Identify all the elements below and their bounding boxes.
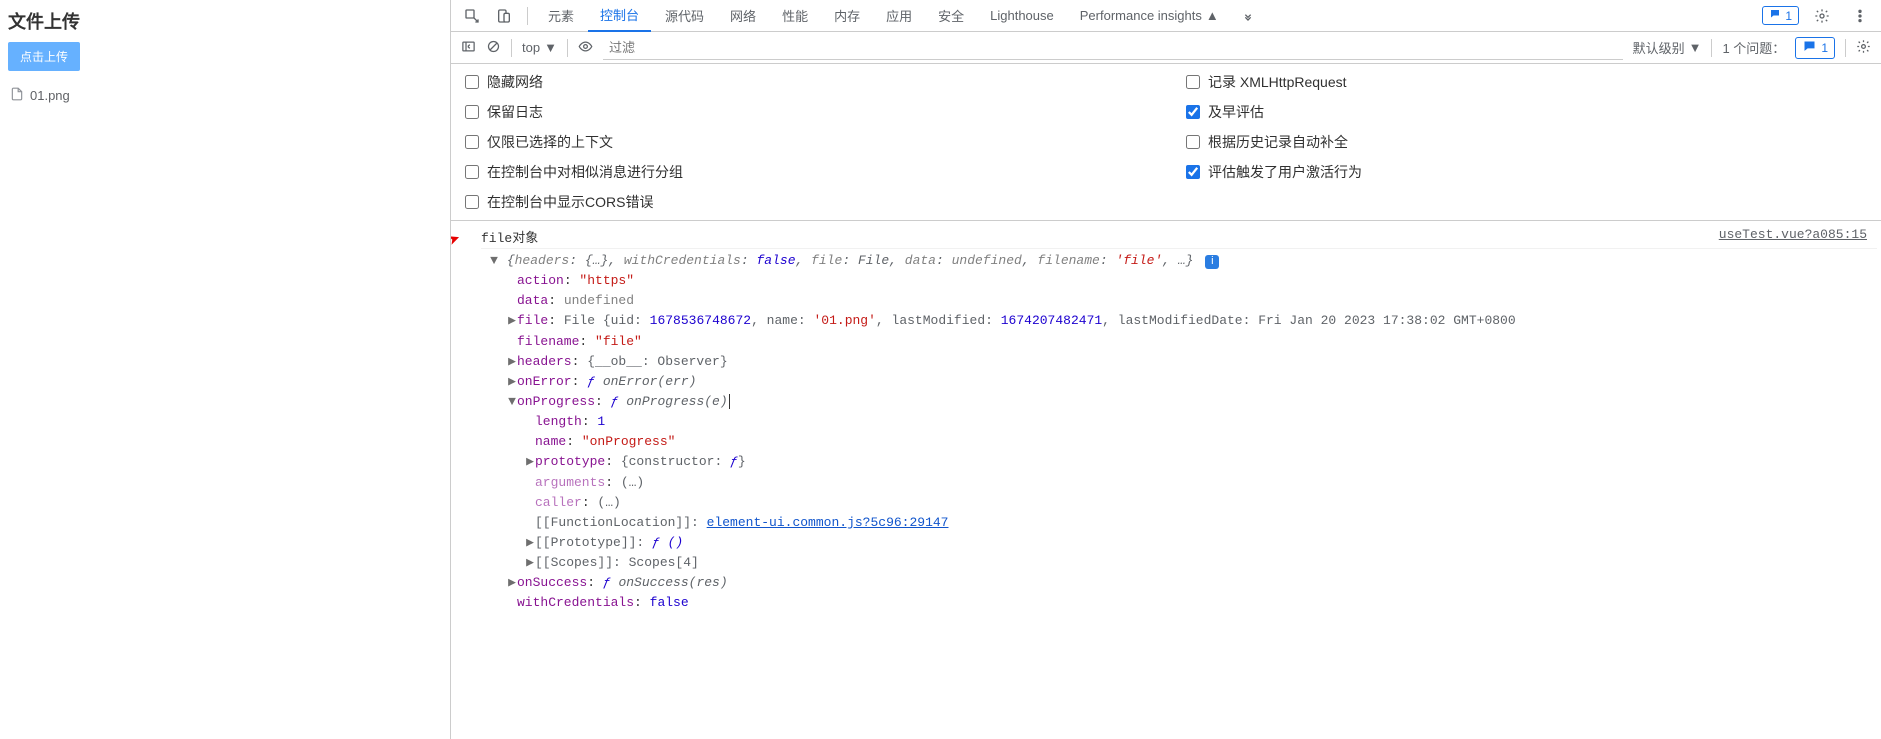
document-icon [10,87,24,104]
tab-console[interactable]: 控制台 [588,0,651,32]
tab-elements[interactable]: 元素 [536,0,586,32]
expand-toggle-icon[interactable]: ▶ [525,533,535,553]
tab-memory[interactable]: 内存 [822,0,872,32]
option-user-activation[interactable]: 评估触发了用户激活行为 [1186,162,1867,182]
prop-action[interactable]: action: "https" [489,271,1877,291]
page-title: 文件上传 [8,8,442,34]
console-output: ➤ file对象 useTest.vue?a085:15 ▼ {headers:… [451,221,1881,739]
chat-icon [1802,39,1817,57]
settings-gear-icon[interactable] [1807,2,1837,30]
console-filter-input[interactable] [603,36,1623,60]
prop-onprogress[interactable]: ▼onProgress: ƒ onProgress(e) [489,392,1877,412]
devtools-tabbar: 元素 控制台 源代码 网络 性能 内存 应用 安全 Lighthouse Per… [451,0,1881,32]
console-sidebar-toggle-icon[interactable] [461,39,476,57]
kebab-menu-icon[interactable] [1845,2,1875,30]
option-selected-context-only[interactable]: 仅限已选择的上下文 [465,132,1146,152]
prop-onsuccess[interactable]: ▶onSuccess: ƒ onSuccess(res) [489,573,1877,593]
prop-internal-prototype[interactable]: ▶[[Prototype]]: ƒ () [489,533,1877,553]
prop-function-location[interactable]: [[FunctionLocation]]: element-ui.common.… [489,513,1877,533]
expand-toggle-icon[interactable]: ▼ [507,392,517,412]
issues-count-badge[interactable]: 1 [1795,37,1835,59]
uploaded-file-name: 01.png [30,88,70,103]
prop-headers[interactable]: ▶headers: {__ob__: Observer} [489,352,1877,372]
device-toolbar-icon[interactable] [489,2,519,30]
prop-prototype[interactable]: ▶prototype: {constructor: ƒ} [489,452,1877,472]
object-summary[interactable]: ▼ {headers: {…}, withCredentials: false,… [489,251,1877,271]
flask-icon: ▲ [1206,8,1219,23]
tab-network[interactable]: 网络 [718,0,768,32]
devtools-panel: 元素 控制台 源代码 网络 性能 内存 应用 安全 Lighthouse Per… [450,0,1881,739]
prop-arguments[interactable]: arguments: (…) [489,473,1877,493]
option-autocomplete-history[interactable]: 根据历史记录自动补全 [1186,132,1867,152]
more-tabs-icon[interactable] [1233,2,1263,30]
upload-button[interactable]: 点击上传 [8,42,80,71]
prop-file[interactable]: ▶file: File {uid: 1678536748672, name: '… [489,311,1877,331]
prop-filename[interactable]: filename: "file" [489,332,1877,352]
option-log-xhr[interactable]: 记录 XMLHttpRequest [1186,72,1867,92]
chevron-down-icon: ▼ [544,40,557,55]
expand-toggle-icon[interactable]: ▼ [489,251,499,271]
execution-context-selector[interactable]: top ▼ [522,40,557,55]
clear-console-icon[interactable] [486,39,501,57]
inspect-element-icon[interactable] [457,2,487,30]
tab-performance[interactable]: 性能 [770,0,820,32]
messages-badge[interactable]: 1 [1762,6,1799,25]
chevron-down-icon: ▼ [1689,40,1702,55]
tab-perf-insights[interactable]: Performance insights ▲ [1068,0,1231,32]
prop-onerror[interactable]: ▶onError: ƒ onError(err) [489,372,1877,392]
expand-toggle-icon[interactable]: ▶ [507,352,517,372]
console-log-heading: file对象 useTest.vue?a085:15 [481,225,1877,249]
info-icon[interactable]: i [1205,255,1219,269]
option-eager-eval[interactable]: 及早评估 [1186,102,1867,122]
expand-toggle-icon[interactable]: ▶ [507,311,517,331]
prop-scopes[interactable]: ▶[[Scopes]]: Scopes[4] [489,553,1877,573]
tab-sources[interactable]: 源代码 [653,0,716,32]
expand-toggle-icon[interactable]: ▶ [525,452,535,472]
expand-toggle-icon[interactable]: ▶ [525,553,535,573]
expand-toggle-icon[interactable]: ▶ [507,372,517,392]
option-hide-network[interactable]: 隐藏网络 [465,72,1146,92]
console-toolbar: top ▼ 默认级别 ▼ 1 个问题： 1 [451,32,1881,64]
issues-label: 1 个问题： [1722,38,1785,57]
tab-lighthouse[interactable]: Lighthouse [978,0,1066,32]
uploaded-file-item[interactable]: 01.png [8,83,442,108]
chat-icon [1769,8,1781,23]
live-expression-eye-icon[interactable] [578,39,593,57]
option-show-cors[interactable]: 在控制台中显示CORS错误 [465,192,1146,212]
prop-withcredentials[interactable]: withCredentials: false [489,593,1877,613]
annotation-arrow-icon: ➤ [451,226,465,255]
log-level-selector[interactable]: 默认级别 ▼ [1633,38,1702,57]
console-settings-gear-icon[interactable] [1856,39,1871,57]
tab-security[interactable]: 安全 [926,0,976,32]
prop-length[interactable]: length: 1 [489,412,1877,432]
option-preserve-log[interactable]: 保留日志 [465,102,1146,122]
expand-toggle-icon[interactable]: ▶ [507,573,517,593]
tab-application[interactable]: 应用 [874,0,924,32]
prop-data[interactable]: data: undefined [489,291,1877,311]
prop-caller[interactable]: caller: (…) [489,493,1877,513]
prop-name[interactable]: name: "onProgress" [489,432,1877,452]
option-group-similar[interactable]: 在控制台中对相似消息进行分组 [465,162,1146,182]
console-options-panel: 隐藏网络 记录 XMLHttpRequest 保留日志 及早评估 仅限已选择的上… [451,64,1881,221]
source-link[interactable]: useTest.vue?a085:15 [1719,227,1877,242]
